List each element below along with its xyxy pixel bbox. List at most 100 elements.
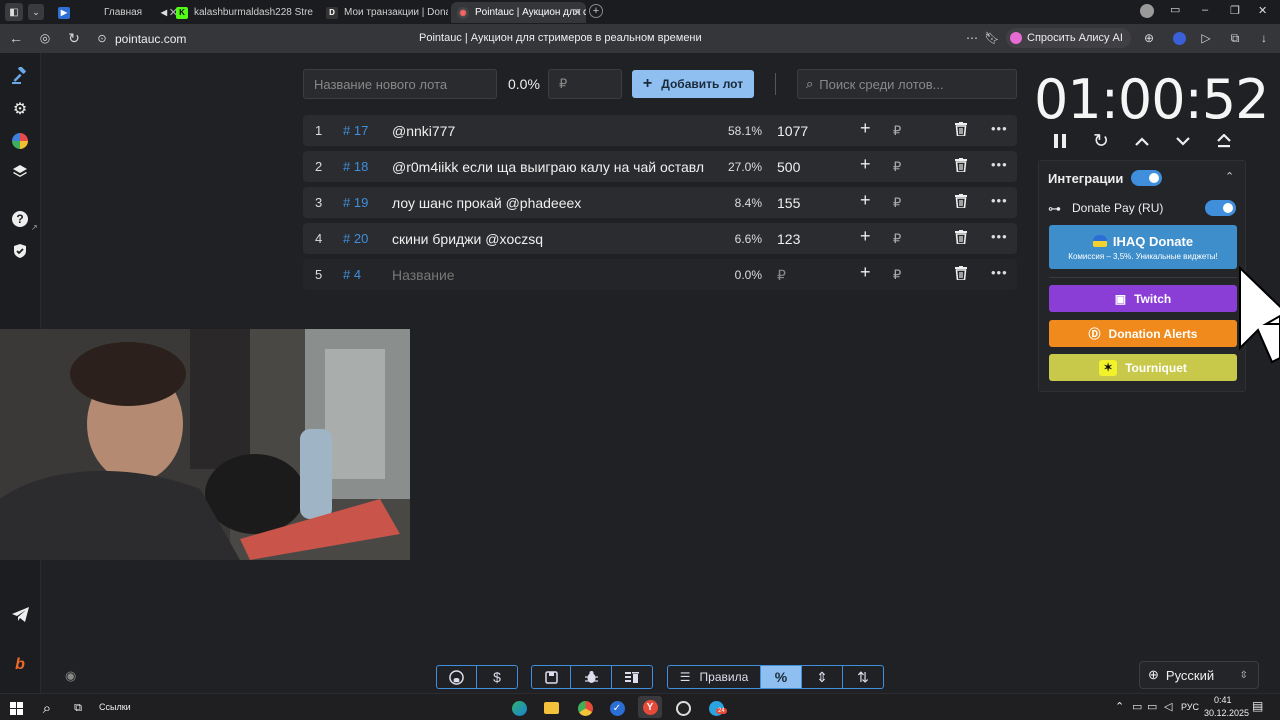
tourniquet-button[interactable]: ✶ Tourniquet <box>1049 354 1237 381</box>
tab-donate-transactions[interactable]: D Мои транзакции | Donate <box>322 2 448 23</box>
close-icon[interactable]: ✕ <box>573 6 582 19</box>
reload-icon[interactable]: ↻ <box>64 28 84 48</box>
windows-start-icon[interactable] <box>6 698 26 718</box>
links-label[interactable]: Ссылки <box>99 702 131 712</box>
trash-icon[interactable] <box>955 122 967 139</box>
lot-currency[interactable]: ₽ <box>893 159 901 175</box>
notification-center-icon[interactable]: ▤ <box>1252 699 1263 713</box>
check-app-icon[interactable]: ✓ <box>607 698 627 718</box>
url-field[interactable]: pointauc.com <box>115 32 186 46</box>
lot-amount[interactable]: 1077 <box>777 123 808 139</box>
trash-icon[interactable] <box>955 158 967 175</box>
search-input[interactable]: ⌕ Поиск среди лотов... <box>797 69 1017 99</box>
github-icon[interactable] <box>436 665 477 689</box>
twitch-button[interactable]: ▣ Twitch <box>1049 285 1237 312</box>
sidebar-item-auction[interactable] <box>9 65 31 87</box>
pause-icon[interactable] <box>1048 129 1072 153</box>
chevron-up-icon[interactable] <box>1130 129 1154 153</box>
lot-name[interactable]: @nnki777 <box>392 123 455 139</box>
clear-list-icon[interactable] <box>612 665 653 689</box>
language-select[interactable]: ⊕ Русский ⇳ <box>1139 661 1259 689</box>
lot-name[interactable]: скини бриджи @xoczsq <box>392 231 543 247</box>
add-amount-icon[interactable]: + <box>860 118 871 139</box>
save-icon[interactable] <box>531 665 571 689</box>
lot-amount[interactable]: ₽ <box>777 267 786 284</box>
more-dots-icon[interactable]: ••• <box>991 157 1008 172</box>
new-lot-name-input[interactable]: Название нового лота <box>303 69 497 99</box>
language-indicator[interactable]: РУС <box>1181 702 1199 712</box>
tab-kick-stream[interactable]: ◀ K kalashburmaldash228 Stre <box>156 2 318 23</box>
add-amount-icon[interactable]: + <box>860 154 871 175</box>
browser-menu-icon[interactable]: ◧ <box>5 3 23 21</box>
avatar[interactable] <box>1140 4 1154 18</box>
clock-date[interactable]: 30.12.2025 <box>1204 708 1249 718</box>
new-lot-amount-input[interactable]: ₽ <box>548 69 622 99</box>
tab-pointauc[interactable]: ◉ Pointauc | Аукцион для с ✕ <box>451 2 586 23</box>
chevron-down-icon[interactable]: ⌄ <box>28 4 44 20</box>
lot-currency[interactable]: ₽ <box>893 231 901 247</box>
network-icon[interactable]: ▭ <box>1147 700 1157 713</box>
add-amount-icon[interactable]: + <box>860 226 871 247</box>
trash-icon[interactable] <box>955 194 967 211</box>
volume-icon[interactable]: ◁ <box>1164 700 1172 713</box>
more-dots-icon[interactable]: ••• <box>991 229 1008 244</box>
ihaq-donate-button[interactable]: IHAQ Donate Комиссия – 3,5%. Уникальные … <box>1049 225 1237 269</box>
donation-alerts-button[interactable]: Ⓓ Donation Alerts <box>1049 320 1237 347</box>
double-chevron-up-icon[interactable] <box>1212 129 1236 153</box>
trash-icon[interactable] <box>955 230 967 247</box>
chrome-icon[interactable] <box>575 698 595 718</box>
shield-check-icon[interactable] <box>9 240 31 262</box>
collections-icon[interactable]: ⧉ <box>1225 28 1245 48</box>
compress-icon[interactable]: ⇕ <box>802 665 843 689</box>
lot-currency[interactable]: ₽ <box>893 195 901 211</box>
eye-icon[interactable]: ◉ <box>65 668 76 684</box>
close-window-icon[interactable]: ✕ <box>1258 4 1267 17</box>
trash-icon[interactable] <box>955 266 967 283</box>
globe-icon[interactable]: ⊕ <box>1139 28 1159 48</box>
add-amount-icon[interactable]: + <box>860 262 871 283</box>
integrations-toggle[interactable] <box>1131 170 1162 186</box>
boosty-icon[interactable]: b <box>9 654 31 676</box>
donatepay-toggle[interactable] <box>1205 200 1236 216</box>
task-view-icon[interactable]: ⧉ <box>68 698 88 718</box>
shield-icon[interactable]: ◎ <box>35 28 55 48</box>
help-icon[interactable]: ? <box>9 208 31 230</box>
tray-chevron-icon[interactable]: ⌃ <box>1115 700 1124 713</box>
lot-currency[interactable]: ₽ <box>893 267 901 283</box>
rules-button[interactable]: ☰ Правила <box>667 665 761 689</box>
edge-icon[interactable] <box>509 698 529 718</box>
settings-gear-icon[interactable]: ⚙ <box>9 98 31 120</box>
yandex-browser-icon[interactable]: Y <box>638 696 662 718</box>
bug-icon[interactable] <box>571 665 612 689</box>
add-amount-icon[interactable]: + <box>860 190 871 211</box>
more-dots-icon[interactable]: ••• <box>991 193 1008 208</box>
percent-view-button[interactable]: % <box>761 665 802 689</box>
sort-icon[interactable]: ⇅ <box>843 665 884 689</box>
notifications-icon[interactable]: ▭ <box>1170 3 1180 16</box>
lot-name-placeholder[interactable]: Название <box>392 267 455 283</box>
folder-icon[interactable] <box>541 698 561 718</box>
reset-icon[interactable]: ↻ <box>1089 129 1113 153</box>
chevron-down-icon[interactable] <box>1171 129 1195 153</box>
lot-name[interactable]: лоу шанс прокай @phadeeex <box>392 195 581 211</box>
bookmark-icon[interactable]: 🔖︎ <box>982 28 1002 48</box>
lot-currency[interactable]: ₽ <box>893 123 901 139</box>
more-dots-icon[interactable]: ⋯ <box>962 28 982 48</box>
layers-icon[interactable] <box>9 161 31 183</box>
minimize-icon[interactable]: – <box>1202 4 1208 16</box>
more-dots-icon[interactable]: ••• <box>991 121 1008 136</box>
tray-app-icon[interactable]: ▭ <box>1132 700 1142 713</box>
lot-amount[interactable]: 500 <box>777 159 800 175</box>
site-info-icon[interactable]: ⊙ <box>92 28 112 48</box>
clock-time[interactable]: 0:41 <box>1214 695 1232 705</box>
obs-icon[interactable] <box>673 698 693 718</box>
donate-dollar-icon[interactable]: $ <box>477 665 518 689</box>
download-icon[interactable]: ↓ <box>1254 28 1274 48</box>
extension-icon[interactable] <box>1169 28 1189 48</box>
sidebar-item-wheel[interactable] <box>9 130 31 152</box>
media-icon[interactable]: ▷ <box>1196 28 1216 48</box>
search-icon[interactable]: ⌕ <box>37 698 57 718</box>
telegram-icon[interactable] <box>9 603 31 625</box>
maximize-icon[interactable]: ❐ <box>1230 4 1240 17</box>
lot-amount[interactable]: 123 <box>777 231 800 247</box>
